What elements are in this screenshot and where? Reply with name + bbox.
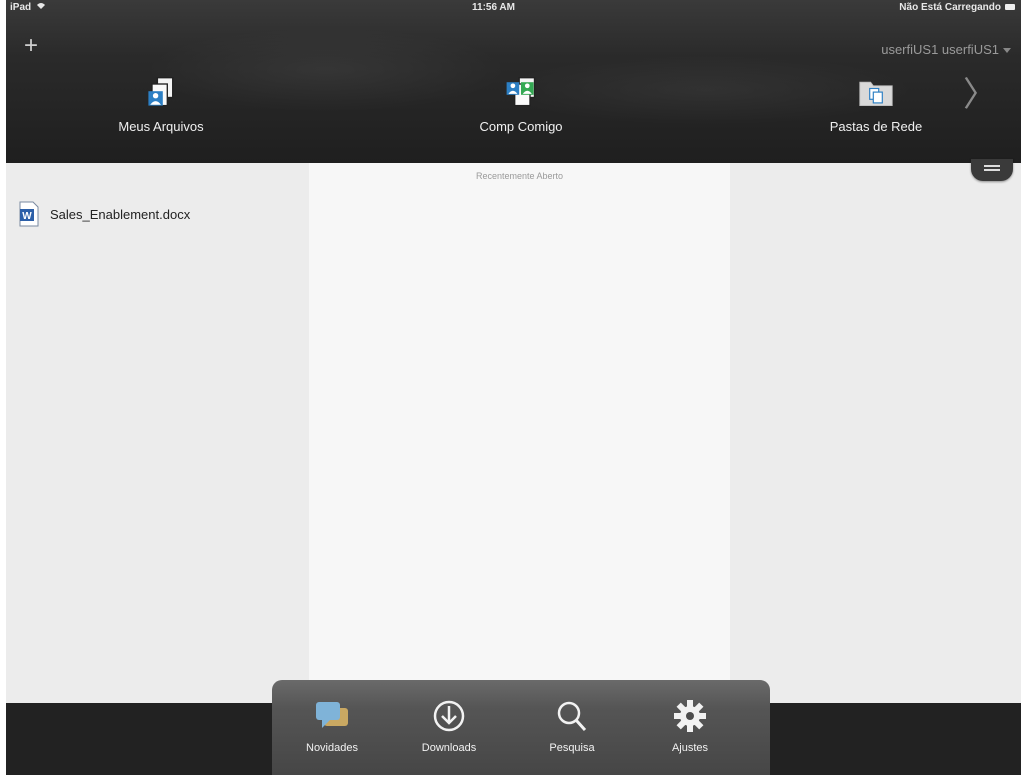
center-panel: Recentemente Aberto [309,163,730,703]
dock-downloads-label: Downloads [421,742,477,754]
right-panel [730,163,1021,703]
nav-shared-with-me-label: Comp Comigo [479,119,563,134]
dock-downloads[interactable]: Downloads [409,698,489,754]
svg-text:W: W [22,211,32,222]
status-device: iPad [10,2,32,13]
file-list-item[interactable]: W Sales_Enablement.docx [18,201,190,227]
download-icon [433,700,465,732]
wifi-icon [36,2,46,13]
my-files-icon [148,77,174,107]
gear-icon [674,700,706,732]
dock-news-label: Novidades [306,742,358,754]
menu-handle[interactable] [971,159,1013,181]
nav-my-files[interactable]: Meus Arquivos [101,75,221,134]
nav-shared-with-me[interactable]: Comp Comigo [461,75,581,134]
news-chat-icon [316,702,348,728]
user-name: userfiUS1 userfiUS1 [881,42,999,57]
chevron-right-icon[interactable]: 〉 [963,78,997,112]
nav-network-folders[interactable]: Pastas de Rede [816,75,936,134]
dock-news[interactable]: Novidades [292,698,372,754]
plus-icon[interactable]: + [24,34,38,58]
file-name: Sales_Enablement.docx [50,206,191,222]
dock-settings-label: Ajustes [671,742,709,754]
user-menu[interactable]: userfiUS1 userfiUS1 [881,42,1011,57]
chevron-down-icon [1003,48,1011,54]
word-document-icon: W [19,201,39,227]
nav-network-folders-label: Pastas de Rede [829,119,923,134]
bottom-dock: Novidades Downloads Pesquisa Ajustes [272,680,770,775]
menu-line [984,169,1000,171]
top-navigation-bar: iPad 11:56 AM Não Está Carregando + user… [6,0,1021,163]
dock-settings[interactable]: Ajustes [650,698,730,754]
left-panel: W Sales_Enablement.docx [6,163,309,703]
shared-with-me-icon [506,77,536,107]
dock-search-label: Pesquisa [549,742,595,754]
status-battery-text: Não Está Carregando [899,2,1001,13]
recent-caption: Recentemente Aberto [475,171,564,181]
status-time: 11:56 AM [472,2,515,13]
menu-line [984,165,1000,167]
battery-icon [1005,4,1015,10]
network-folders-icon [859,81,893,107]
nav-my-files-label: Meus Arquivos [118,119,204,134]
search-icon [557,701,587,732]
dock-search[interactable]: Pesquisa [532,698,612,754]
